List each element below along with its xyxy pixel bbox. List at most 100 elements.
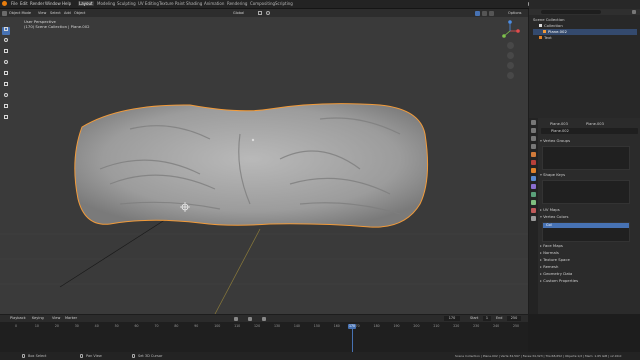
zoom-icon[interactable] xyxy=(507,42,514,49)
menu-file[interactable]: File xyxy=(11,1,18,6)
transform-orientation-selector[interactable]: Global xyxy=(233,11,244,16)
section-label: Remesh xyxy=(543,264,559,269)
play-icon[interactable] xyxy=(248,316,252,321)
rendered-shading-icon[interactable] xyxy=(489,10,494,16)
3d-viewport[interactable]: Object Mode View Select Add Object Globa… xyxy=(0,9,528,314)
object-tab-icon[interactable] xyxy=(531,168,536,173)
cursor-tool[interactable] xyxy=(2,38,10,46)
camera-view-icon[interactable] xyxy=(507,62,514,69)
frame-ruler[interactable]: 0 10 20 30 40 50 60 70 80 90 100 110 120 130 140 150 160… xyxy=(0,324,528,329)
blender-logo-icon[interactable] xyxy=(2,1,7,6)
section-uv-maps[interactable]: UV Maps xyxy=(540,207,638,213)
status-pan: Pan View xyxy=(86,354,102,358)
rotate-tool[interactable] xyxy=(2,60,10,68)
tab-layout[interactable]: Layout xyxy=(78,1,94,6)
section-vertex-groups[interactable]: Vertex Groups xyxy=(540,138,638,144)
physics-tab-icon[interactable] xyxy=(531,192,536,197)
select-box-tool[interactable] xyxy=(2,27,10,35)
tab-texture-paint[interactable]: Texture Paint xyxy=(158,1,186,6)
breadcrumb-object[interactable]: Plane.003 xyxy=(550,121,568,127)
texture-tab-icon[interactable] xyxy=(531,216,536,221)
move-icon xyxy=(4,49,8,53)
modifier-tab-icon[interactable] xyxy=(531,176,536,181)
editor-type-icon[interactable] xyxy=(2,10,7,16)
outliner-search-input[interactable] xyxy=(541,10,601,14)
annotate-tool[interactable] xyxy=(2,93,10,101)
start-label: Start xyxy=(470,316,479,320)
menu-render[interactable]: Render xyxy=(30,1,44,6)
mesh-data-tab-icon[interactable] xyxy=(531,200,536,205)
tab-modeling[interactable]: Modeling xyxy=(96,1,116,6)
viewport-menu-object[interactable]: Object xyxy=(74,11,85,16)
menu-edit[interactable]: Edit xyxy=(20,1,28,6)
pan-hand-icon[interactable] xyxy=(507,52,514,59)
snap-icon[interactable] xyxy=(258,11,262,15)
collection-path-label: (170) Scene Collection | Plane.002 xyxy=(24,24,90,29)
tab-animation[interactable]: Animation xyxy=(203,1,225,6)
section-remesh[interactable]: Remesh xyxy=(540,264,638,270)
vertex-color-item[interactable]: Col xyxy=(543,223,629,228)
render-tab-icon[interactable] xyxy=(531,128,536,133)
timeline-editor[interactable]: Playback Keying View Marker 170 Start 1 … xyxy=(0,315,528,352)
tab-scripting[interactable]: Scripting xyxy=(274,1,294,6)
viewport-menu-select[interactable]: Select xyxy=(50,11,61,16)
current-frame-field[interactable]: 170 xyxy=(444,316,460,321)
timeline-menu-marker[interactable]: Marker xyxy=(65,316,77,321)
tab-rendering[interactable]: Rendering xyxy=(226,1,248,6)
frame-tick-label: 190 xyxy=(393,324,400,328)
transform-icon xyxy=(4,82,8,86)
menu-window[interactable]: Window xyxy=(45,1,61,6)
section-geometry-data[interactable]: Geometry Data xyxy=(540,271,638,277)
tab-shading[interactable]: Shading xyxy=(185,1,203,6)
vertex-groups-list[interactable] xyxy=(542,146,630,170)
tool-tab-icon[interactable] xyxy=(531,120,536,125)
viewport-header: Object Mode View Select Add Object Globa… xyxy=(0,9,528,17)
move-tool[interactable] xyxy=(2,49,10,57)
measure-icon xyxy=(4,104,8,108)
viewport-canvas[interactable] xyxy=(0,9,528,314)
timeline-menu-keying[interactable]: Keying xyxy=(32,316,44,321)
section-texture-space[interactable]: Texture Space xyxy=(540,257,638,263)
viewport-menu-view[interactable]: View xyxy=(38,11,46,16)
section-custom-properties[interactable]: Custom Properties xyxy=(540,278,638,284)
tab-uv-editing[interactable]: UV Editing xyxy=(137,1,160,6)
world-tab-icon[interactable] xyxy=(531,160,536,165)
mode-selector[interactable]: Object Mode xyxy=(9,11,31,16)
start-frame-field[interactable]: 1 xyxy=(483,316,491,321)
material-shading-icon[interactable] xyxy=(482,10,487,16)
mouse-left-icon xyxy=(22,354,25,358)
timeline-menu-view[interactable]: View xyxy=(52,316,60,321)
viewport-menu-add[interactable]: Add xyxy=(64,11,71,16)
view-layer-tab-icon[interactable] xyxy=(531,144,536,149)
scene-tab-icon[interactable] xyxy=(531,152,536,157)
breadcrumb-mesh[interactable]: Plane.003 xyxy=(586,121,604,127)
tab-compositing[interactable]: Compositing xyxy=(249,1,276,6)
particles-tab-icon[interactable] xyxy=(531,184,536,189)
end-frame-field[interactable]: 250 xyxy=(507,316,521,321)
proportional-edit-icon[interactable] xyxy=(266,11,270,15)
timeline-menu-playback[interactable]: Playback xyxy=(10,316,26,321)
jump-start-icon[interactable] xyxy=(234,316,238,321)
measure-tool[interactable] xyxy=(2,104,10,112)
menu-help[interactable]: Help xyxy=(62,1,71,6)
section-normals[interactable]: Normals xyxy=(540,250,638,256)
filter-icon[interactable] xyxy=(632,10,636,14)
viewport-options-button[interactable]: Options xyxy=(508,11,522,16)
mesh-name-field[interactable]: Plane.002 xyxy=(541,128,638,134)
add-cube-tool[interactable] xyxy=(2,115,10,123)
section-face-maps[interactable]: Face Maps xyxy=(540,243,638,249)
tab-sculpting[interactable]: Sculpting xyxy=(116,1,137,6)
jump-end-icon[interactable] xyxy=(262,316,266,321)
transform-tool[interactable] xyxy=(2,82,10,90)
outliner-row-label: Scene Collection xyxy=(533,17,565,22)
output-tab-icon[interactable] xyxy=(531,136,536,141)
scale-tool[interactable] xyxy=(2,71,10,79)
outliner-row-text[interactable]: Text xyxy=(539,35,640,41)
section-vertex-colors[interactable]: Vertex Colors xyxy=(540,214,638,220)
solid-shading-icon[interactable] xyxy=(475,10,480,16)
perspective-toggle-icon[interactable] xyxy=(507,72,514,79)
vertex-colors-list[interactable]: Col xyxy=(542,222,630,242)
material-tab-icon[interactable] xyxy=(531,208,536,213)
shape-keys-list[interactable] xyxy=(542,180,630,204)
section-shape-keys[interactable]: Shape Keys xyxy=(540,172,638,178)
